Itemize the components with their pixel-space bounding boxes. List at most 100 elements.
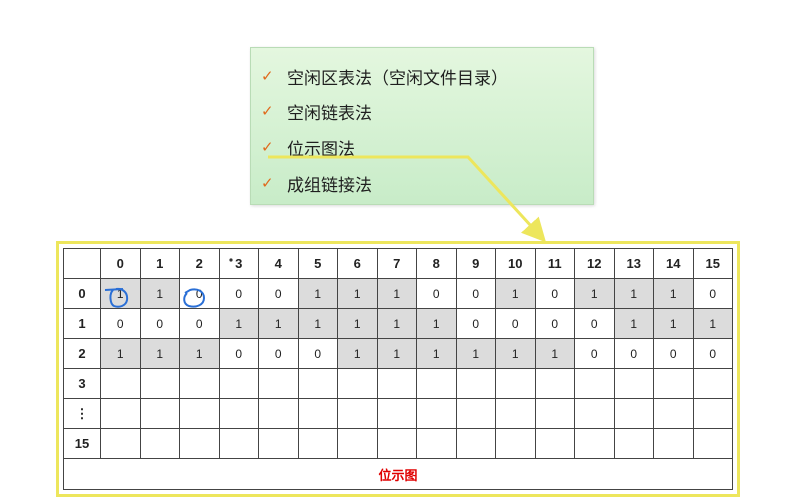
bit-cell <box>218 398 259 429</box>
bit-cell: 1 <box>337 308 378 339</box>
bit-cell <box>653 368 694 399</box>
bit-cell: 0 <box>218 338 259 369</box>
bit-cell: 1 <box>613 278 654 309</box>
column-header: 6 <box>337 248 378 279</box>
bit-cell: 1 <box>376 278 417 309</box>
column-header: 4 <box>258 248 299 279</box>
bit-cell <box>376 368 417 399</box>
header-row: 0 1 2 3 4 5 6 7 8 9 10 11 12 13 14 15 <box>63 248 733 279</box>
row-header: 2 <box>63 338 101 369</box>
bit-cell: 0 <box>653 338 694 369</box>
bit-cell: 0 <box>495 308 536 339</box>
table-row: 10001111110000111 <box>63 308 733 339</box>
column-header: 11 <box>534 248 575 279</box>
table-row: 15 <box>63 428 733 459</box>
bit-cell: 0 <box>613 338 654 369</box>
bit-cell <box>258 398 299 429</box>
column-header: 12 <box>574 248 615 279</box>
bit-cell <box>653 428 694 459</box>
bit-cell: 1 <box>416 308 457 339</box>
bit-cell <box>297 398 338 429</box>
bit-cell <box>416 428 457 459</box>
column-header: 13 <box>613 248 654 279</box>
bit-cell: 1 <box>376 338 417 369</box>
bit-cell <box>613 368 654 399</box>
column-header: 9 <box>455 248 496 279</box>
bit-cell: 0 <box>218 278 259 309</box>
bit-cell: 1 <box>297 278 338 309</box>
bit-cell: 1 <box>337 278 378 309</box>
bit-cell <box>692 398 733 429</box>
bit-cell: 0 <box>574 308 615 339</box>
bit-cell: 1 <box>455 338 496 369</box>
bit-cell <box>258 428 299 459</box>
column-header: 5 <box>297 248 338 279</box>
bit-cell: 0 <box>574 338 615 369</box>
bit-cell <box>179 428 220 459</box>
bit-cell <box>258 368 299 399</box>
table-row: 3 <box>63 368 733 399</box>
bit-cell: 0 <box>416 278 457 309</box>
bit-cell: 1 <box>613 308 654 339</box>
bit-cell <box>455 368 496 399</box>
bit-cell <box>139 428 180 459</box>
bit-cell <box>574 368 615 399</box>
column-header: 1 <box>139 248 180 279</box>
bit-cell <box>297 428 338 459</box>
table-row: ⋮ <box>63 398 733 429</box>
column-header: 3 <box>218 248 259 279</box>
bit-cell <box>574 428 615 459</box>
bit-cell: 1 <box>653 308 694 339</box>
bit-cell: 1 <box>416 338 457 369</box>
bit-cell <box>692 368 733 399</box>
bit-cell <box>495 368 536 399</box>
bit-cell <box>337 428 378 459</box>
row-header: 1 <box>63 308 101 339</box>
bit-cell: 0 <box>455 278 496 309</box>
bit-cell <box>179 368 220 399</box>
bit-cell <box>100 398 141 429</box>
bit-cell <box>534 398 575 429</box>
bit-cell <box>613 398 654 429</box>
bit-cell <box>218 368 259 399</box>
bit-cell: 0 <box>258 278 299 309</box>
bit-cell: 1 <box>100 278 141 309</box>
bit-cell <box>179 398 220 429</box>
bit-cell <box>139 368 180 399</box>
bit-cell: 1 <box>100 338 141 369</box>
bit-cell <box>297 368 338 399</box>
bitmap-table: 0 1 2 3 4 5 6 7 8 9 10 11 12 13 14 15 0 1 1 0 0 0 1 1 1 0 0 1 0 1 1 1 0 1… <box>63 248 733 490</box>
bit-cell: 1 <box>337 338 378 369</box>
bit-cell <box>416 398 457 429</box>
bit-cell <box>495 398 536 429</box>
bit-cell: 0 <box>100 308 141 339</box>
column-header: 2 <box>179 248 220 279</box>
bit-cell: 1 <box>218 308 259 339</box>
bit-cell: 0 <box>139 308 180 339</box>
bit-cell <box>534 368 575 399</box>
bit-cell: 1 <box>258 308 299 339</box>
column-header: 8 <box>416 248 457 279</box>
bit-cell <box>455 428 496 459</box>
row-header: ⋮ <box>63 398 101 429</box>
bit-cell <box>139 398 180 429</box>
bit-cell: 0 <box>179 278 220 309</box>
bit-cell: 0 <box>692 278 733 309</box>
bit-cell <box>613 428 654 459</box>
corner-cell <box>63 248 101 279</box>
bit-cell: 0 <box>692 338 733 369</box>
bit-cell <box>100 368 141 399</box>
row-header: 3 <box>63 368 101 399</box>
table-row: 21110001111110000 <box>63 338 733 369</box>
bit-cell: 1 <box>692 308 733 339</box>
bit-cell: 1 <box>653 278 694 309</box>
bit-cell <box>574 398 615 429</box>
bit-cell <box>100 428 141 459</box>
bit-cell: 1 <box>495 278 536 309</box>
bit-cell: 0 <box>297 338 338 369</box>
bit-cell <box>337 398 378 429</box>
bit-cell <box>692 428 733 459</box>
bit-cell <box>376 398 417 429</box>
bitmap-caption: 位示图 <box>63 458 733 490</box>
bit-cell: 1 <box>139 338 180 369</box>
